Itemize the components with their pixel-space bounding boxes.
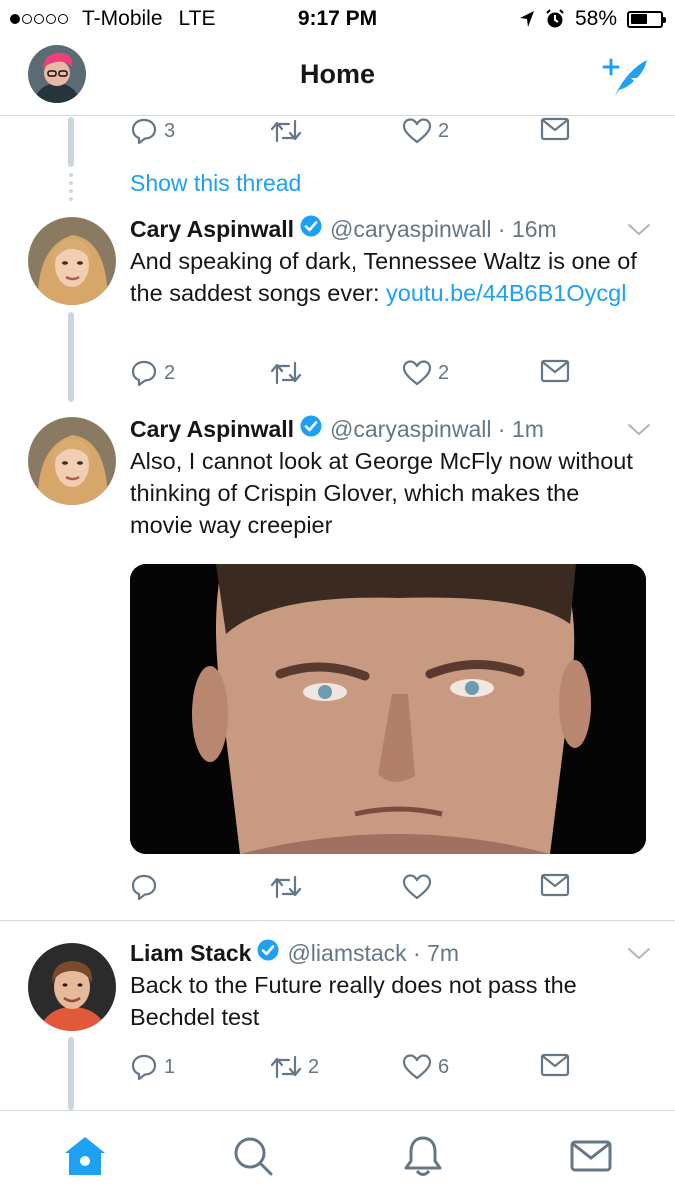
tweet-actions: 1 2 6 bbox=[130, 1053, 650, 1087]
retweet-icon bbox=[270, 119, 302, 143]
battery-icon bbox=[627, 10, 666, 28]
reply-icon bbox=[131, 118, 157, 145]
tab-search[interactable] bbox=[230, 1133, 276, 1179]
envelope-icon bbox=[540, 117, 570, 141]
author-name[interactable]: Liam Stack bbox=[130, 940, 251, 967]
thread-line bbox=[68, 1037, 74, 1110]
tweet-header: Liam Stack @liamstack · 7m bbox=[130, 939, 459, 967]
tweet-time: 7m bbox=[427, 939, 460, 966]
messages-icon bbox=[570, 1140, 612, 1172]
tweet-actions: 2 2 bbox=[130, 359, 650, 393]
envelope-icon bbox=[540, 1053, 570, 1077]
direct-message-button[interactable] bbox=[540, 117, 570, 141]
reply-button[interactable]: 3 bbox=[130, 117, 175, 145]
chevron-down-icon[interactable] bbox=[627, 223, 651, 237]
reply-count: 1 bbox=[164, 1055, 176, 1078]
tweet-text: And speaking of dark, Tennessee Waltz is… bbox=[130, 245, 645, 309]
bottom-tab-bar bbox=[0, 1110, 675, 1200]
tab-home[interactable] bbox=[62, 1133, 108, 1179]
tab-notifications[interactable] bbox=[400, 1133, 446, 1179]
retweet-icon bbox=[270, 1055, 302, 1079]
separator-dot: · bbox=[406, 939, 428, 966]
like-count: 2 bbox=[438, 361, 450, 384]
author-handle[interactable]: @liamstack bbox=[287, 940, 406, 967]
tweet-header: Cary Aspinwall @caryaspinwall · 16m bbox=[130, 215, 557, 243]
top-nav-bar: Home bbox=[0, 38, 675, 116]
retweet-button[interactable]: 2 bbox=[270, 1053, 319, 1081]
tweet-author-avatar[interactable] bbox=[28, 217, 116, 305]
tweet-time: 1m bbox=[511, 415, 544, 442]
retweet-button[interactable] bbox=[270, 359, 308, 387]
reply-icon bbox=[131, 1054, 157, 1081]
battery-fill bbox=[630, 14, 648, 24]
reply-icon bbox=[131, 360, 157, 387]
separator-dot: · bbox=[491, 415, 512, 442]
heart-icon bbox=[402, 1054, 432, 1080]
author-name[interactable]: Cary Aspinwall bbox=[130, 216, 294, 243]
chevron-down-icon[interactable] bbox=[627, 423, 651, 437]
envelope-icon bbox=[540, 359, 570, 383]
separator-dot: · bbox=[491, 215, 512, 242]
status-right: 58% bbox=[519, 7, 666, 31]
author-handle[interactable]: @caryaspinwall bbox=[330, 416, 491, 443]
heart-icon bbox=[402, 360, 432, 386]
heart-icon bbox=[402, 118, 432, 144]
tweet-text: Back to the Future really does not pass … bbox=[130, 972, 577, 1030]
retweet-icon bbox=[270, 875, 302, 899]
notifications-icon bbox=[404, 1136, 442, 1176]
reply-count: 2 bbox=[164, 361, 176, 384]
reply-button[interactable]: 1 bbox=[130, 1053, 175, 1081]
tab-messages[interactable] bbox=[568, 1133, 614, 1179]
retweet-button[interactable] bbox=[270, 873, 308, 901]
alarm-icon bbox=[546, 9, 564, 28]
search-icon bbox=[234, 1137, 273, 1176]
tweet-author-avatar[interactable] bbox=[28, 417, 116, 505]
direct-message-button[interactable] bbox=[540, 1053, 570, 1077]
like-count: 6 bbox=[438, 1055, 450, 1078]
status-bar: T-Mobile LTE 9:17 PM 58% bbox=[0, 0, 675, 38]
show-thread-link[interactable]: Show this thread bbox=[130, 170, 301, 197]
tweet-text: Also, I cannot look at George McFly now … bbox=[130, 448, 633, 538]
reply-icon bbox=[131, 874, 157, 901]
tweet-header: Cary Aspinwall @caryaspinwall · 1m bbox=[130, 415, 544, 443]
verified-badge-icon bbox=[257, 939, 279, 967]
tweet-actions bbox=[130, 873, 650, 907]
tweet-time: 16m bbox=[511, 215, 557, 242]
tweet-divider bbox=[0, 920, 675, 921]
location-arrow-icon bbox=[519, 11, 534, 27]
tweet-author-avatar[interactable] bbox=[28, 943, 116, 1031]
compose-icon bbox=[602, 58, 647, 96]
tweet-media-image[interactable] bbox=[130, 564, 646, 854]
reply-button[interactable]: 2 bbox=[130, 359, 175, 387]
heart-icon bbox=[402, 874, 432, 900]
like-count: 2 bbox=[438, 119, 450, 142]
tweet-link[interactable]: youtu.be/44B6B1Oycgl bbox=[386, 280, 626, 306]
home-icon bbox=[65, 1137, 105, 1175]
like-button[interactable]: 2 bbox=[402, 117, 449, 145]
retweet-count: 2 bbox=[308, 1055, 320, 1078]
retweet-button[interactable] bbox=[270, 117, 308, 145]
thread-gap-dots bbox=[69, 173, 73, 205]
retweet-icon bbox=[270, 361, 302, 385]
page-title: Home bbox=[299, 59, 375, 89]
like-button[interactable]: 6 bbox=[402, 1053, 449, 1081]
like-button[interactable] bbox=[402, 873, 438, 901]
battery-percent: 58% bbox=[574, 7, 617, 30]
verified-badge-icon bbox=[300, 215, 322, 243]
tweet-actions: 3 2 bbox=[130, 117, 650, 151]
timeline[interactable]: 3 2 Show this thread Cary Aspinwall @car… bbox=[0, 117, 675, 1110]
direct-message-button[interactable] bbox=[540, 359, 570, 383]
envelope-icon bbox=[540, 873, 570, 897]
verified-badge-icon bbox=[300, 415, 322, 443]
author-name[interactable]: Cary Aspinwall bbox=[130, 416, 294, 443]
compose-tweet-button[interactable] bbox=[601, 52, 649, 100]
reply-button[interactable] bbox=[130, 873, 164, 901]
direct-message-button[interactable] bbox=[540, 873, 570, 897]
reply-count: 3 bbox=[164, 119, 176, 142]
author-handle[interactable]: @caryaspinwall bbox=[330, 216, 491, 243]
chevron-down-icon[interactable] bbox=[627, 947, 651, 961]
thread-line bbox=[68, 117, 74, 167]
like-button[interactable]: 2 bbox=[402, 359, 449, 387]
thread-line bbox=[68, 312, 74, 402]
